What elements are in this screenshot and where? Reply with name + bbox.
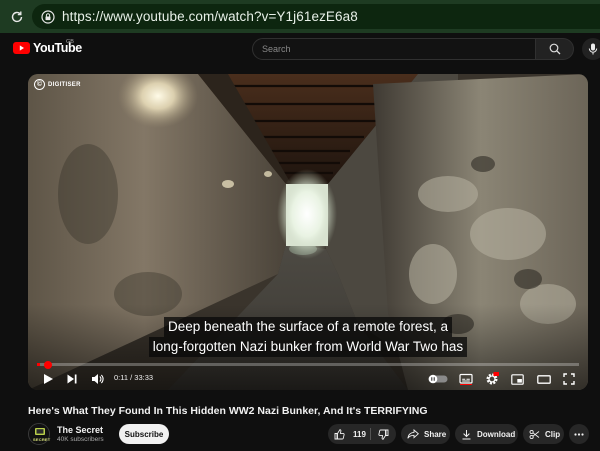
microphone-icon	[588, 43, 598, 55]
subtitles-icon	[459, 373, 473, 385]
thumbs-up-icon	[334, 428, 345, 440]
download-button[interactable]: Download	[455, 424, 518, 444]
skip-next-icon	[67, 374, 77, 384]
video-title: Here's What They Found In This Hidden WW…	[28, 405, 428, 417]
autoplay-toggle-icon	[428, 374, 448, 384]
caption-line: Deep beneath the surface of a remote for…	[164, 317, 452, 337]
like-count: 119	[353, 429, 366, 439]
browser-toolbar: https://www.youtube.com/watch?v=Y1j61ezE…	[0, 0, 600, 33]
subscribe-button[interactable]: Subscribe	[119, 424, 169, 444]
search-icon	[549, 43, 560, 55]
miniplayer-icon	[511, 373, 524, 385]
url-text: https://www.youtube.com/watch?v=Y1j61ezE…	[62, 9, 358, 24]
next-button[interactable]	[66, 371, 78, 387]
time-display: 0:11 / 33:33	[114, 373, 154, 382]
theater-mode-button[interactable]	[537, 371, 551, 387]
channel-watermark: © DIGITISER	[34, 79, 81, 90]
dislike-button[interactable]	[371, 424, 396, 444]
volume-button[interactable]	[91, 371, 104, 387]
avatar-label: SECRET	[33, 437, 51, 442]
progress-fill	[37, 363, 41, 366]
clip-button[interactable]: Clip	[523, 424, 564, 444]
fullscreen-icon	[563, 373, 575, 385]
more-actions-button[interactable]	[569, 424, 589, 444]
play-icon	[44, 374, 53, 384]
clip-label: Clip	[545, 429, 561, 439]
channel-name[interactable]: The Secret	[57, 425, 103, 435]
like-button[interactable]: 119	[328, 424, 370, 444]
settings-button[interactable]	[485, 371, 499, 387]
logo-text: YouTube	[33, 41, 82, 55]
gear-icon	[486, 372, 499, 385]
address-bar[interactable]: https://www.youtube.com/watch?v=Y1j61ezE…	[32, 4, 600, 29]
voice-search-button[interactable]	[582, 38, 600, 60]
watermark-text: DIGITISER	[48, 81, 81, 88]
youtube-logo-icon	[13, 42, 30, 54]
youtube-header: YouTube GB Search	[0, 33, 600, 65]
more-horizontal-icon	[574, 432, 584, 436]
subtitles-button[interactable]	[459, 371, 473, 387]
region-code: GB	[66, 39, 74, 45]
theater-mode-icon	[537, 374, 551, 384]
fullscreen-button[interactable]	[563, 371, 575, 387]
subscriber-count: 40K subscribers	[57, 436, 104, 443]
search-button[interactable]	[536, 38, 574, 60]
captions: Deep beneath the surface of a remote for…	[28, 317, 588, 357]
share-icon	[407, 429, 419, 439]
player-controls: 0:11 / 33:33	[28, 368, 588, 390]
progress-bar[interactable]	[37, 360, 579, 369]
thumbs-down-icon	[378, 429, 389, 440]
download-icon	[461, 429, 472, 440]
share-label: Share	[424, 429, 447, 439]
volume-icon	[92, 374, 104, 384]
play-button[interactable]	[42, 371, 54, 387]
autoplay-toggle[interactable]	[428, 371, 448, 387]
like-dislike-group: 119	[328, 424, 396, 444]
search-placeholder: Search	[262, 44, 291, 54]
video-player[interactable]: © DIGITISER Deep beneath the surface of …	[28, 74, 588, 390]
share-button[interactable]: Share	[401, 424, 450, 444]
copyright-icon: ©	[34, 79, 45, 90]
reload-icon[interactable]	[9, 9, 25, 25]
download-label: Download	[477, 429, 516, 439]
site-info-icon[interactable]	[40, 9, 56, 25]
search-input[interactable]: Search	[252, 38, 536, 60]
scissors-icon	[529, 429, 540, 440]
miniplayer-button[interactable]	[511, 371, 524, 387]
caption-line: long-forgotten Nazi bunker from World Wa…	[148, 337, 468, 357]
